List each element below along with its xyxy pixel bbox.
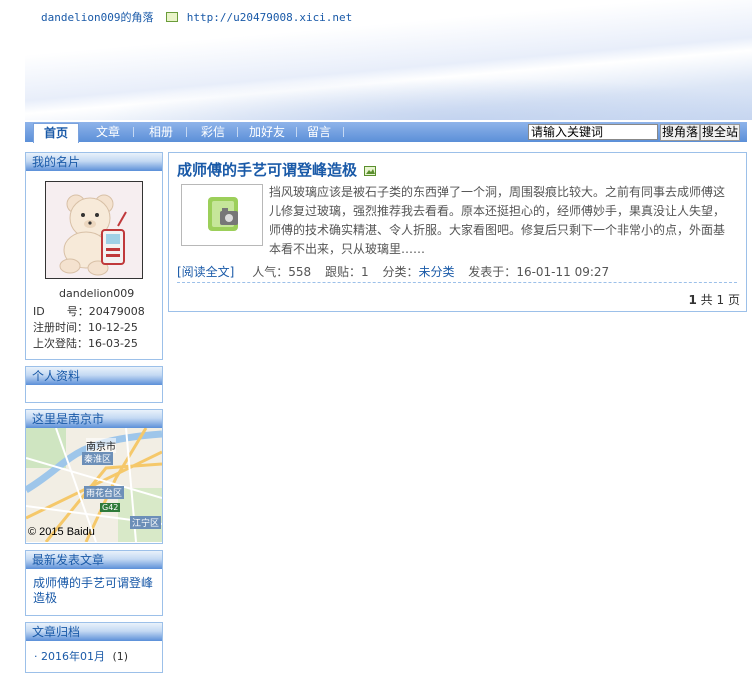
replies-label: 跟贴： xyxy=(324,265,361,279)
camera-icon xyxy=(208,197,238,231)
user-id: ID 号：20479008 xyxy=(33,305,145,318)
nav-item-mms[interactable]: 彩信 xyxy=(201,122,225,142)
profile-box: 个人资料 xyxy=(25,366,163,403)
avatar[interactable] xyxy=(45,181,143,279)
map-district-label: 雨花台区 xyxy=(84,486,125,499)
pager-unit: 页 xyxy=(727,293,740,307)
search-blog-button[interactable]: 搜角落 xyxy=(660,124,701,141)
pager-total: 1 xyxy=(716,293,725,307)
registered-date: 注册时间：10-12-25 xyxy=(33,321,138,334)
current-page: 1 xyxy=(688,293,697,307)
site-title-link[interactable]: dandelion009的角落 xyxy=(41,11,153,24)
site-title-line: dandelion009的角落 http://u20479008.xici.ne… xyxy=(41,9,352,25)
recent-post-link[interactable]: 成师傅的手艺可谓登峰造极 xyxy=(33,576,159,606)
map-district-label: 秦淮区 xyxy=(82,452,114,465)
nav-separator xyxy=(133,127,134,137)
nav-item-home[interactable]: 首页 xyxy=(33,123,79,143)
archive-month-link[interactable]: · 2016年01月 xyxy=(34,650,105,663)
archive-box: 文章归档 · 2016年01月 (1) xyxy=(25,622,163,673)
site-url-link[interactable]: http://u20479008.xici.net xyxy=(187,11,353,24)
posted-label: 发表于： xyxy=(468,265,517,279)
recent-posts-box: 最新发表文章 成师傅的手艺可谓登峰造极 xyxy=(25,550,163,616)
recent-posts-title: 最新发表文章 xyxy=(26,551,162,569)
nav-item-add-friend[interactable]: 加好友 xyxy=(249,122,285,142)
name-card-box: 我的名片 dandelion009 ID 号：20479008 注册时间：10-… xyxy=(25,152,163,360)
views-count: 558 xyxy=(288,265,312,279)
post-meta: [阅读全文] 人气：558 跟贴：1 分类：未分类 发表于：16-01-11 0… xyxy=(177,263,609,280)
read-more-link[interactable]: [阅读全文] xyxy=(177,265,234,279)
nav-item-album[interactable]: 相册 xyxy=(149,122,173,142)
nav-item-articles[interactable]: 文章 xyxy=(96,122,120,142)
post-title-link[interactable]: 成师傅的手艺可谓登峰造极 xyxy=(177,161,357,179)
nav-bar: 首页 文章 相册 彩信 加好友 留言 请输入关键词 搜角落 搜全站 xyxy=(25,122,747,143)
post-box: 成师傅的手艺可谓登峰造极 挡风玻璃应该是被石子类的东西弹了一个洞，周围裂痕比较大… xyxy=(168,152,747,312)
post-excerpt: 挡风玻璃应该是被石子类的东西弹了一个洞，周围裂痕比较大。之前有同事去成师傅这儿修… xyxy=(269,185,726,256)
username: dandelion009 xyxy=(59,287,135,300)
map-city-label: 南京市 xyxy=(86,438,116,453)
map-road-label: G42 xyxy=(100,503,121,512)
replies-count: 1 xyxy=(360,265,369,279)
nav-separator xyxy=(237,127,238,137)
views-label: 人气： xyxy=(252,265,289,279)
map-district-label: 江宁区 xyxy=(130,516,162,529)
post-thumbnail[interactable] xyxy=(181,184,263,246)
link-icon xyxy=(166,12,179,22)
archive-item: · 2016年01月 (1) xyxy=(34,648,128,664)
profile-title[interactable]: 个人资料 xyxy=(26,367,162,385)
post-divider xyxy=(177,282,737,283)
pager-total-prefix: 共 xyxy=(700,293,713,307)
nav-separator xyxy=(186,127,187,137)
name-card-title: 我的名片 xyxy=(26,153,162,171)
location-box: 这里是南京市 南京市 秦淮区 雨花台区 江宁区 G42 © 2015 Baidu xyxy=(25,409,163,544)
post-title: 成师傅的手艺可谓登峰造极 xyxy=(177,159,377,180)
archive-count: (1) xyxy=(112,650,129,663)
image-icon xyxy=(364,166,377,176)
location-title: 这里是南京市 xyxy=(26,410,162,428)
search-site-button[interactable]: 搜全站 xyxy=(700,124,741,141)
location-map[interactable]: 南京市 秦淮区 雨花台区 江宁区 G42 © 2015 Baidu xyxy=(26,428,162,542)
teddy-bear-icon xyxy=(46,182,142,278)
last-login-date: 上次登陆：16-03-25 xyxy=(33,337,138,350)
archive-title: 文章归档 xyxy=(26,623,162,641)
search-input[interactable]: 请输入关键词 xyxy=(528,124,658,140)
category-link[interactable]: 未分类 xyxy=(418,265,454,279)
posted-date: 16-01-11 09:27 xyxy=(516,265,610,279)
category-label: 分类： xyxy=(382,265,419,279)
map-credit: © 2015 Baidu xyxy=(28,526,95,538)
pagination: 1 共 1 页 xyxy=(688,291,740,308)
nav-item-guestbook[interactable]: 留言 xyxy=(307,122,331,142)
nav-separator xyxy=(296,127,297,137)
nav-separator xyxy=(343,127,344,137)
